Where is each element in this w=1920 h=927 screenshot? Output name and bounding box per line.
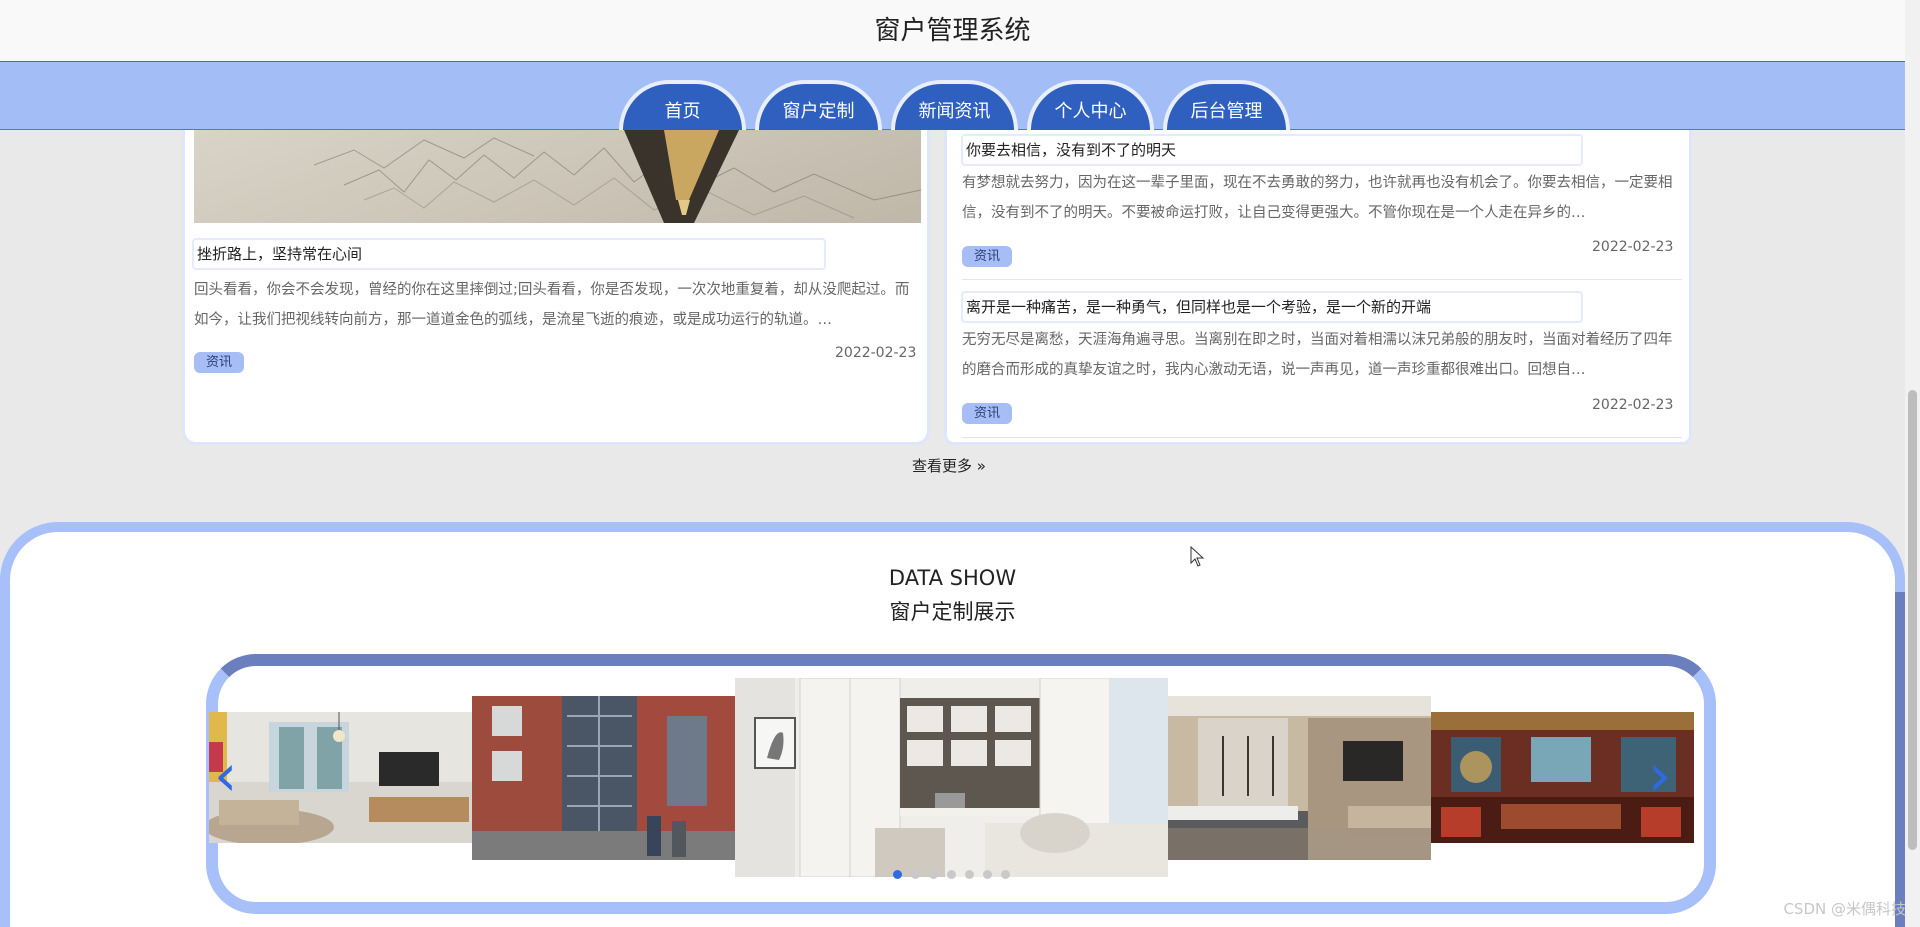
carousel-dot[interactable] [929, 870, 938, 879]
divider [962, 279, 1682, 280]
watermark: CSDN @米偶科技 [1783, 900, 1906, 918]
carousel-dot[interactable] [983, 870, 992, 879]
divider [962, 437, 1682, 438]
master-bedroom-image [1168, 696, 1431, 860]
carousel-dot[interactable] [911, 870, 920, 879]
news-summary: 有梦想就去努力，因为在这一辈子里面，现在不去勇敢的努力，也许就再也没有机会了。你… [962, 175, 1673, 221]
carousel-slide-building[interactable] [472, 696, 735, 860]
mouse-cursor-icon [1190, 546, 1205, 567]
nav-tab-news[interactable]: 新闻资讯 [891, 80, 1018, 130]
living-room-image [209, 712, 472, 843]
carousel-dot[interactable] [893, 870, 902, 879]
news-summary: 回头看看，你会不会发现，曾经的你在这里摔倒过;回头看看，你是否发现，一次次地重复… [194, 282, 910, 328]
pen-and-chart-image [313, 130, 921, 223]
nav-tab-personal-center[interactable]: 个人中心 [1027, 80, 1154, 130]
news-summary: 无穷无尽是离愁，天涯海角遍寻思。当离别在即之时，当面对着相濡以沫兄弟般的朋友时，… [962, 332, 1673, 378]
nav-tab-admin[interactable]: 后台管理 [1163, 80, 1290, 130]
news-title[interactable]: 挫折路上，坚持常在心间 [192, 238, 826, 270]
news-section: 挫折路上，坚持常在心间 回头看看，你会不会发现，曾经的你在这里摔倒过;回头看看，… [0, 130, 1905, 492]
carousel-dot[interactable] [1001, 870, 1010, 879]
section-title-en: DATA SHOW [888, 566, 1017, 590]
double-chevron-right-icon: » [972, 457, 986, 475]
carousel-dot[interactable] [965, 870, 974, 879]
section-title-cn: 窗户定制展示 [889, 600, 1016, 624]
news-title[interactable]: 离开是一种痛苦，是一种勇气，但同样也是一个考验，是一个新的开端 [961, 291, 1583, 323]
news-date: 2022-02-23 [1592, 239, 1674, 255]
scrollbar-thumb[interactable] [1908, 390, 1917, 850]
carousel-slide-master-bedroom[interactable] [1168, 696, 1431, 860]
view-more-link[interactable]: 查看更多 » [912, 455, 986, 476]
news-date: 2022-02-23 [835, 345, 917, 361]
featured-news-image[interactable] [194, 130, 921, 223]
view-more-label: 查看更多 [912, 457, 973, 475]
chevron-left-icon[interactable]: ‹ [214, 746, 237, 804]
news-title[interactable]: 你要去相信，没有到不了的明天 [961, 134, 1583, 166]
nav-bar: 首页 窗户定制 新闻资讯 个人中心 后台管理 [0, 62, 1905, 130]
carousel-dot[interactable] [947, 870, 956, 879]
carousel-dots [893, 870, 1010, 879]
news-date: 2022-02-23 [1592, 397, 1674, 413]
news-tag: 资讯 [962, 246, 1012, 267]
nav-tab-home[interactable]: 首页 [619, 80, 746, 130]
chevron-right-icon[interactable]: › [1648, 746, 1671, 804]
nav-tab-window-custom[interactable]: 窗户定制 [755, 80, 882, 130]
app-title: 窗户管理系统 [874, 16, 1031, 46]
news-tag: 资讯 [962, 403, 1012, 424]
carousel-slide-living-room[interactable] [209, 712, 472, 843]
carousel-slide-bedroom-study[interactable] [735, 678, 1168, 877]
featured-news-card[interactable]: 挫折路上，坚持常在心间 回头看看，你会不会发现，曾经的你在这里摔倒过;回头看看，… [182, 130, 930, 445]
site-header: 窗户管理系统 [0, 0, 1905, 62]
building-image [472, 696, 735, 860]
news-list-card: 你要去相信，没有到不了的明天 有梦想就去努力，因为在这一辈子里面，现在不去勇敢的… [944, 130, 1692, 445]
bedroom-study-image [735, 678, 1168, 877]
nav-tabs: 首页 窗户定制 新闻资讯 个人中心 后台管理 [619, 80, 1290, 130]
page-scrollbar[interactable] [1905, 0, 1920, 927]
news-tag: 资讯 [194, 352, 244, 373]
